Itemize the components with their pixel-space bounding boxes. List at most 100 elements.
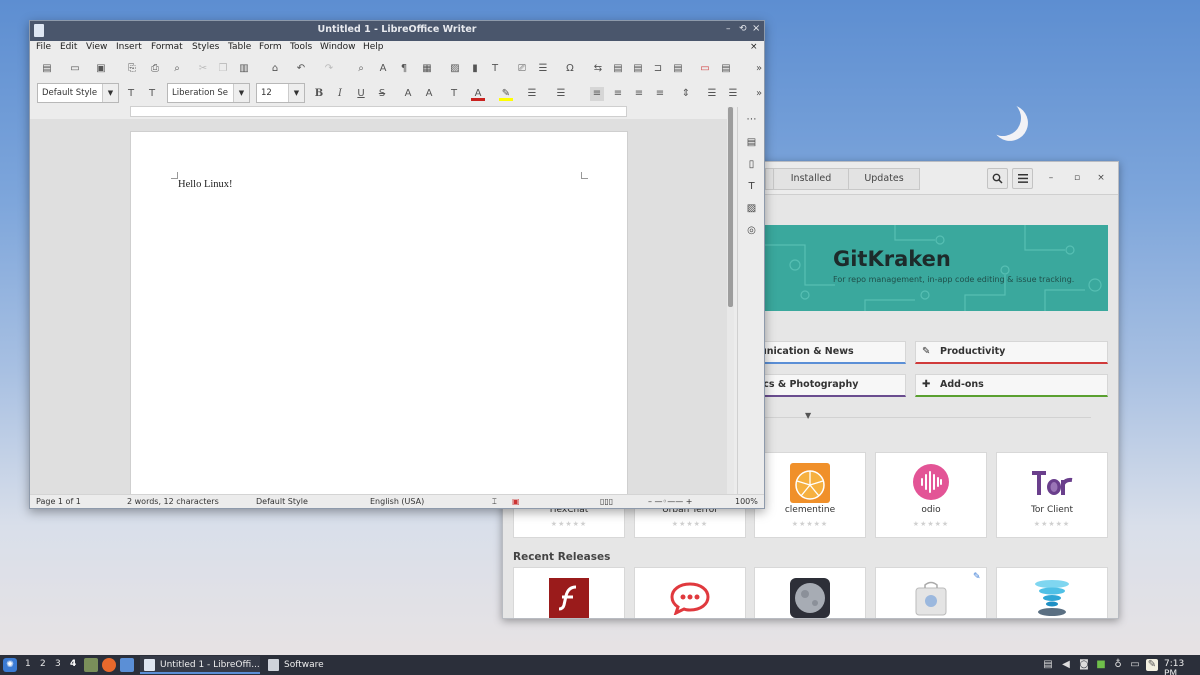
insert-textbox-icon[interactable]: T: [488, 62, 502, 76]
menu-edit[interactable]: Edit: [60, 42, 77, 52]
increase-spacing-icon[interactable]: ☰: [705, 87, 719, 101]
formatting-marks-icon[interactable]: ¶: [397, 62, 411, 76]
category-communication[interactable]: unication & News: [753, 341, 906, 364]
update-style-icon[interactable]: T: [124, 87, 138, 101]
bookmark-icon[interactable]: ⊐: [651, 62, 665, 76]
save-icon[interactable]: ▣: [94, 62, 108, 76]
minimize-icon[interactable]: –: [726, 24, 731, 34]
paragraph-style-select[interactable]: Default Style ▼: [37, 83, 119, 103]
insert-table-icon[interactable]: ▦: [420, 62, 434, 76]
view-layout-icon[interactable]: ▯▯▯: [600, 497, 613, 506]
status-language[interactable]: English (USA): [370, 497, 424, 506]
font-name-select[interactable]: Liberation Se ▼: [167, 83, 250, 103]
zoom-level[interactable]: 100%: [735, 497, 758, 506]
sidebar-styles-icon[interactable]: T: [745, 180, 758, 193]
sidebar-page-icon[interactable]: ▯: [745, 158, 758, 171]
insert-mode-icon[interactable]: ⌶: [492, 497, 497, 507]
recent-app-card-tornado[interactable]: [996, 567, 1108, 618]
find-replace-icon[interactable]: ⌕: [354, 62, 368, 76]
spelling-icon[interactable]: A: [376, 62, 390, 76]
minimize-icon[interactable]: –: [1043, 170, 1059, 186]
featured-banner[interactable]: GitKraken For repo management, in-app co…: [765, 225, 1108, 311]
redo-icon[interactable]: ↷: [322, 62, 336, 76]
sidebar-navigator-icon[interactable]: ◎: [745, 224, 758, 237]
firefox-icon[interactable]: [102, 658, 116, 672]
menu-styles[interactable]: Styles: [192, 42, 219, 52]
chevron-down-icon[interactable]: ▼: [805, 411, 811, 420]
font-size-select[interactable]: 12 ▼: [256, 83, 305, 103]
sidebar-settings-icon[interactable]: ⋯: [745, 113, 758, 126]
line-spacing-icon[interactable]: ⇕: [679, 87, 693, 101]
cut-icon[interactable]: ✂: [196, 62, 210, 76]
insert-image-icon[interactable]: ▨: [448, 62, 462, 76]
close-icon[interactable]: ×: [752, 23, 760, 34]
tab-explore-partial[interactable]: [765, 168, 773, 190]
clock[interactable]: 7:13 PM: [1164, 659, 1200, 675]
menu-button[interactable]: [1012, 168, 1033, 189]
hyperlink-icon[interactable]: ⇆: [591, 62, 605, 76]
maximize-icon[interactable]: ▫: [1069, 170, 1085, 186]
decrease-spacing-icon[interactable]: ☰: [726, 87, 740, 101]
clone-formatting-icon[interactable]: ⌂: [268, 62, 282, 76]
chevron-down-icon[interactable]: ▼: [288, 84, 304, 102]
status-page-style[interactable]: Default Style: [256, 497, 308, 506]
recent-app-card-moon[interactable]: [754, 567, 866, 618]
open-folder-icon[interactable]: ▭: [68, 62, 82, 76]
search-button[interactable]: [987, 168, 1008, 189]
close-icon[interactable]: ×: [1093, 170, 1109, 186]
clear-formatting-icon[interactable]: T: [447, 87, 461, 101]
workspace-4[interactable]: 4: [70, 659, 76, 669]
menu-view[interactable]: View: [86, 42, 107, 52]
tab-updates[interactable]: Updates: [848, 168, 920, 190]
new-document-icon[interactable]: ▤: [40, 62, 54, 76]
display-icon[interactable]: ▭: [1129, 659, 1141, 671]
bold-icon[interactable]: B: [312, 87, 326, 101]
menu-table[interactable]: Table: [228, 42, 251, 52]
recent-app-card-rocketchat[interactable]: [634, 567, 746, 618]
menu-help[interactable]: Help: [363, 42, 384, 52]
page-break-icon[interactable]: ⎚: [515, 62, 529, 76]
lock-icon[interactable]: ■: [1095, 659, 1107, 671]
underline-icon[interactable]: U: [354, 87, 368, 101]
scrollbar-thumb[interactable]: [728, 107, 733, 307]
app-card-clementine[interactable]: clementine ★★★★★: [754, 452, 866, 538]
recent-app-card-flash[interactable]: [513, 567, 625, 618]
cross-reference-icon[interactable]: ▤: [671, 62, 685, 76]
align-right-icon[interactable]: ≡: [632, 87, 646, 101]
document-page[interactable]: Hello Linux!: [130, 131, 628, 508]
category-productivity[interactable]: ✎ Productivity: [915, 341, 1108, 364]
footnote-icon[interactable]: ▤: [611, 62, 625, 76]
category-addons[interactable]: ✚ Add-ons: [915, 374, 1108, 397]
horizontal-ruler[interactable]: [130, 106, 627, 117]
close-document-icon[interactable]: ×: [750, 42, 758, 52]
endnote-icon[interactable]: ▤: [631, 62, 645, 76]
menu-file[interactable]: File: [36, 42, 51, 52]
more-options-icon[interactable]: »: [752, 62, 764, 76]
track-changes-icon[interactable]: ▤: [719, 62, 733, 76]
justify-icon[interactable]: ≡: [653, 87, 667, 101]
insert-field-icon[interactable]: ☰: [536, 62, 550, 76]
new-style-icon[interactable]: T: [145, 87, 159, 101]
menu-tools[interactable]: Tools: [290, 42, 312, 52]
more-options-icon[interactable]: »: [752, 87, 764, 101]
copy-icon[interactable]: ❐: [216, 62, 230, 76]
font-color-icon[interactable]: A: [471, 87, 485, 101]
notes-icon[interactable]: ✎: [1146, 659, 1158, 671]
chevron-down-icon[interactable]: ▼: [102, 84, 118, 102]
subscript-icon[interactable]: A: [422, 87, 436, 101]
align-left-icon[interactable]: ≡: [590, 87, 604, 101]
menu-insert[interactable]: Insert: [116, 42, 142, 52]
category-graphics[interactable]: ics & Photography: [753, 374, 906, 397]
menu-format[interactable]: Format: [151, 42, 183, 52]
sidebar-gallery-icon[interactable]: ▨: [745, 202, 758, 215]
chevron-down-icon[interactable]: ▼: [233, 84, 249, 102]
start-menu-icon[interactable]: ✺: [3, 658, 17, 672]
undo-icon[interactable]: ↶: [294, 62, 308, 76]
print-preview-icon[interactable]: ⌕: [170, 62, 184, 76]
show-desktop-icon[interactable]: [120, 658, 134, 672]
file-manager-icon[interactable]: [84, 658, 98, 672]
numbered-list-icon[interactable]: ☰: [554, 87, 568, 101]
bullet-list-icon[interactable]: ☰: [525, 87, 539, 101]
highlight-icon[interactable]: ✎: [499, 87, 513, 101]
paste-icon[interactable]: ▥: [237, 62, 251, 76]
